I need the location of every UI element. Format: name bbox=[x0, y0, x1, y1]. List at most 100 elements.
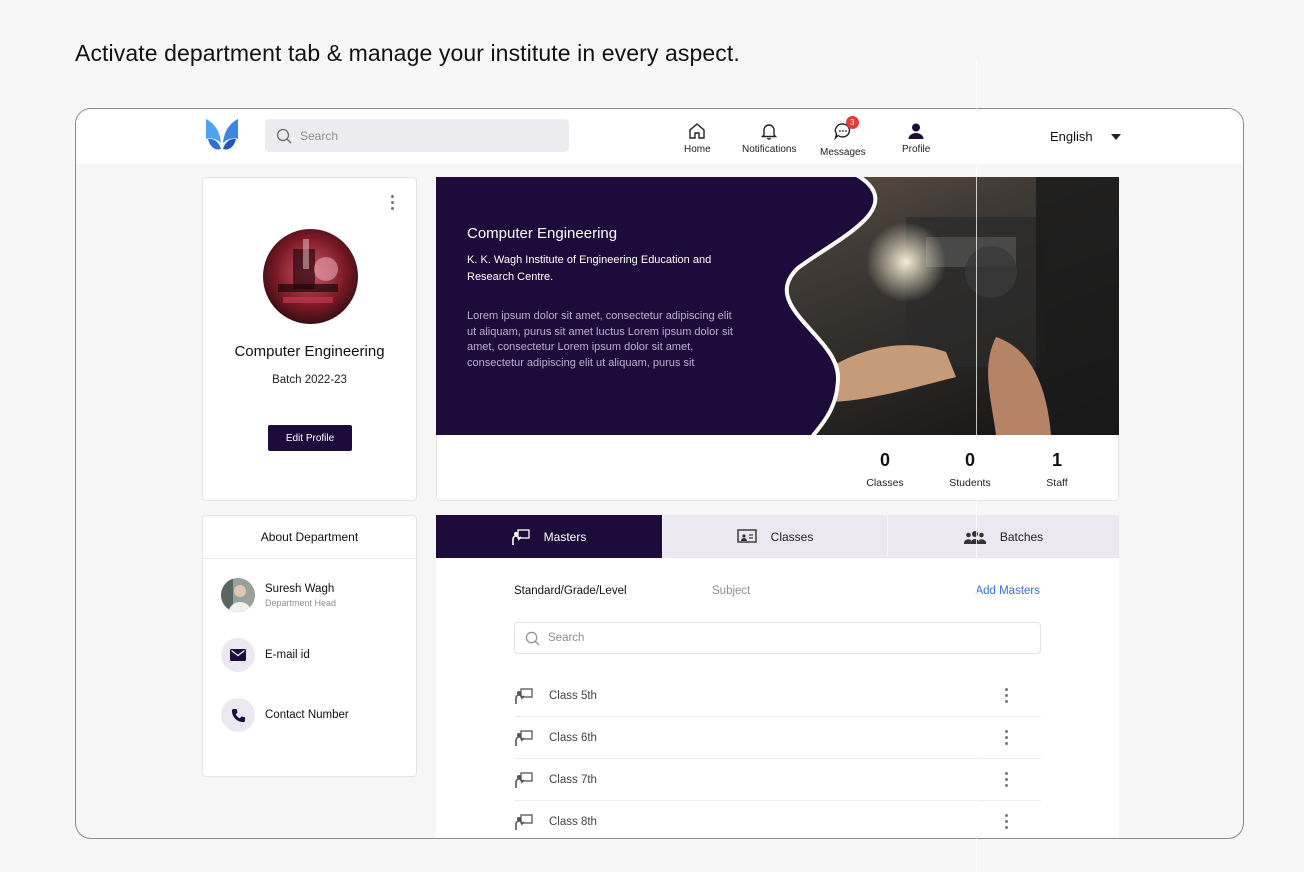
batch-label: Batch 2022-23 bbox=[272, 374, 347, 386]
dot-icon bbox=[1005, 688, 1008, 691]
phone-icon bbox=[231, 708, 245, 722]
department-tabs: Masters Classes Batches bbox=[436, 515, 1119, 558]
caret-down-icon bbox=[1110, 133, 1121, 140]
tab-batches[interactable]: Batches bbox=[888, 515, 1119, 558]
dot-icon bbox=[391, 201, 394, 204]
user-icon bbox=[908, 123, 924, 139]
tab-masters-label: Masters bbox=[543, 529, 587, 544]
tab-classes-label: Classes bbox=[770, 529, 814, 544]
teacher-board-icon bbox=[515, 814, 533, 830]
mail-icon bbox=[230, 649, 246, 661]
nav-home[interactable]: Home bbox=[684, 121, 711, 155]
department-head-name: Suresh Wagh bbox=[265, 582, 335, 595]
list-item-label: Class 5th bbox=[549, 689, 597, 702]
list-item[interactable]: Class 8th bbox=[514, 801, 1041, 838]
nav-messages[interactable]: 3 Messages bbox=[820, 116, 866, 158]
department-stats: 0 Classes 0 Students 1 Staff bbox=[436, 435, 1119, 501]
row-menu-button[interactable] bbox=[1005, 814, 1008, 829]
app-logo[interactable] bbox=[204, 117, 240, 155]
stat-students-label: Students bbox=[949, 477, 991, 489]
nav-notifications[interactable]: Notifications bbox=[742, 121, 796, 155]
teacher-board-icon bbox=[515, 687, 533, 704]
about-title: About Department bbox=[203, 516, 416, 559]
department-name: Computer Engineering bbox=[234, 343, 385, 360]
add-masters-link[interactable]: Add Masters bbox=[975, 585, 1040, 597]
dot-icon bbox=[1005, 772, 1008, 775]
dot-icon bbox=[391, 207, 394, 210]
column-standard[interactable]: Standard/Grade/Level bbox=[514, 585, 627, 597]
stat-staff-label: Staff bbox=[1046, 477, 1068, 489]
contact-label: Contact Number bbox=[265, 709, 349, 721]
department-head-row: Suresh Wagh Department Head bbox=[221, 578, 336, 612]
nav-home-label: Home bbox=[684, 144, 711, 155]
masters-search-placeholder: Search bbox=[548, 632, 585, 644]
nav-notifications-label: Notifications bbox=[742, 144, 797, 155]
list-item[interactable]: Class 5th bbox=[514, 675, 1041, 717]
banner-institute: K. K. Wagh Institute of Engineering Educ… bbox=[467, 254, 712, 283]
app-window: Search Home Notifications 3 Messages Pro… bbox=[75, 108, 1244, 839]
list-item-label: Class 7th bbox=[549, 773, 597, 786]
list-item-label: Class 6th bbox=[549, 731, 597, 744]
edit-profile-button[interactable]: Edit Profile bbox=[268, 425, 352, 451]
teacher-board-icon bbox=[515, 771, 533, 788]
department-head-role: Department Head bbox=[265, 597, 337, 608]
about-department-card: About Department Suresh Wagh Department … bbox=[202, 515, 417, 777]
stat-classes-value: 0 bbox=[879, 450, 890, 470]
row-menu-button[interactable] bbox=[1005, 772, 1008, 787]
list-item[interactable]: Class 7th bbox=[514, 759, 1041, 801]
dot-icon bbox=[1005, 784, 1008, 787]
tab-classes[interactable]: Classes bbox=[663, 515, 887, 558]
dot-icon bbox=[1005, 694, 1008, 697]
nav-profile-label: Profile bbox=[902, 144, 931, 155]
email-label: E-mail id bbox=[265, 649, 310, 661]
banner-title: Computer Engineering bbox=[467, 225, 618, 242]
stat-students-value: 0 bbox=[964, 450, 975, 470]
dot-icon bbox=[1005, 826, 1008, 829]
department-profile-card: Computer Engineering Batch 2022-23 Edit … bbox=[202, 177, 417, 501]
messages-icon-wrap: 3 bbox=[833, 116, 859, 147]
tab-batches-label: Batches bbox=[999, 529, 1044, 544]
contact-row[interactable]: Contact Number bbox=[221, 698, 349, 732]
classroom-icon bbox=[736, 528, 757, 543]
dot-icon bbox=[391, 195, 394, 198]
bell-icon bbox=[761, 124, 778, 140]
dot-icon bbox=[1005, 736, 1008, 739]
stat-students[interactable]: 0 Students bbox=[930, 450, 1010, 489]
messages-badge: 3 bbox=[845, 116, 859, 129]
language-selector[interactable]: English bbox=[1050, 129, 1121, 144]
department-avatar bbox=[263, 229, 358, 324]
list-item-label: Class 8th bbox=[549, 816, 597, 828]
nav-profile[interactable]: Profile bbox=[902, 121, 930, 155]
page-headline: Activate department tab & manage your in… bbox=[75, 40, 740, 66]
tab-masters[interactable]: Masters bbox=[436, 515, 662, 558]
home-icon bbox=[689, 123, 706, 139]
department-banner: Computer Engineering K. K. Wagh Institut… bbox=[436, 177, 1119, 435]
search-icon bbox=[276, 128, 292, 143]
row-menu-button[interactable] bbox=[1005, 730, 1008, 745]
teacher-board-icon bbox=[511, 528, 530, 545]
dot-icon bbox=[1005, 700, 1008, 703]
email-icon-circle bbox=[221, 638, 255, 672]
dot-icon bbox=[1005, 820, 1008, 823]
email-row[interactable]: E-mail id bbox=[221, 638, 310, 672]
top-search-bar[interactable]: Search bbox=[265, 119, 569, 152]
department-head-avatar bbox=[221, 578, 255, 612]
profile-menu-button[interactable] bbox=[391, 195, 394, 210]
group-icon bbox=[963, 530, 986, 544]
banner-text: Computer Engineering K. K. Wagh Institut… bbox=[467, 225, 737, 371]
phone-icon-circle bbox=[221, 698, 255, 732]
masters-search-input[interactable]: Search bbox=[514, 622, 1041, 654]
banner-description: Lorem ipsum dolor sit amet, consectetur … bbox=[467, 310, 733, 369]
list-item[interactable]: Class 6th bbox=[514, 717, 1041, 759]
nav-messages-label: Messages bbox=[820, 147, 866, 158]
masters-panel: Standard/Grade/Level Subject Add Masters… bbox=[436, 558, 1119, 838]
top-navigation-bar: Search Home Notifications 3 Messages Pro… bbox=[76, 109, 1243, 164]
column-subject[interactable]: Subject bbox=[712, 585, 750, 597]
stat-staff-value: 1 bbox=[1051, 450, 1062, 470]
row-menu-button[interactable] bbox=[1005, 688, 1008, 703]
stat-classes-label: Classes bbox=[866, 477, 904, 489]
language-label: English bbox=[1050, 129, 1093, 144]
stat-classes[interactable]: 0 Classes bbox=[845, 450, 925, 489]
stat-staff[interactable]: 1 Staff bbox=[1017, 450, 1097, 489]
search-icon bbox=[525, 631, 540, 645]
